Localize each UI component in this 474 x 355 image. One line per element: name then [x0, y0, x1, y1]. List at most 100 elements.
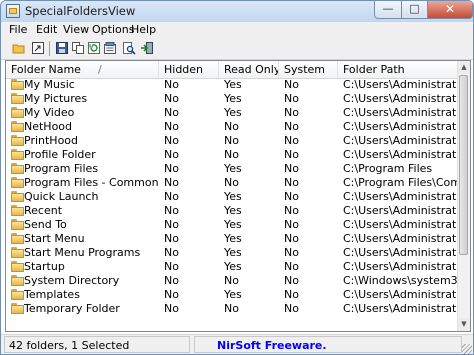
close-button[interactable]: ✕: [427, 1, 473, 19]
folder-icon: [11, 149, 24, 160]
cell-system: No: [284, 92, 299, 105]
maximize-icon: □: [409, 2, 420, 15]
scroll-down-arrow-icon[interactable]: ▼: [458, 318, 470, 331]
table-row[interactable]: Startup No Yes No C:\Users\Administrator\App…: [6, 260, 458, 274]
cell-folder-name: PrintHood: [24, 134, 79, 147]
cell-folder-name: My Music: [24, 78, 75, 91]
exit-icon[interactable]: [140, 41, 154, 55]
cell-hidden: No: [164, 120, 179, 133]
table-row[interactable]: My Video No Yes No C:\Users\Administrator\Vi…: [6, 106, 458, 120]
title-bar[interactable]: SpecialFoldersView — □ ✕: [1, 1, 473, 22]
cell-hidden: No: [164, 232, 179, 245]
save-icon[interactable]: [55, 41, 69, 55]
cell-folder-name: Program Files - Common: [24, 176, 159, 189]
cell-folder-name: Startup: [24, 260, 65, 273]
cell-folder-path: C:\Users\Administrator\AppDa: [343, 260, 458, 273]
cell-folder-path: C:\Program Files\Common Fil: [343, 176, 458, 189]
cell-folder-path: C:\Users\Administrator\AppDa: [343, 218, 458, 231]
column-header-folder-name[interactable]: Folder Name /: [6, 61, 159, 78]
open-folder-icon[interactable]: [12, 41, 26, 55]
folder-icon: [11, 79, 24, 90]
table-row[interactable]: PrintHood No No No C:\Users\Administrator\Ap…: [6, 134, 458, 148]
cell-hidden: No: [164, 302, 179, 315]
app-window: SpecialFoldersView — □ ✕ File Edit View …: [0, 0, 474, 355]
find-icon[interactable]: [122, 41, 136, 55]
cell-system: No: [284, 302, 299, 315]
cell-hidden: No: [164, 162, 179, 175]
table-row[interactable]: Program Files - Common No No No C:\Program F…: [6, 176, 458, 190]
cell-folder-name: Quick Launch: [24, 190, 99, 203]
cell-hidden: No: [164, 106, 179, 119]
folder-icon: [11, 275, 24, 286]
cell-system: No: [284, 274, 299, 287]
table-row[interactable]: System Directory No No No C:\Windows\system3…: [6, 274, 458, 288]
table-row[interactable]: Quick Launch No Yes No C:\Users\Administrato…: [6, 190, 458, 204]
cell-system: No: [284, 190, 299, 203]
cell-folder-name: My Video: [24, 106, 75, 119]
properties-icon[interactable]: [103, 41, 117, 55]
table-row[interactable]: My Music No Yes No C:\Users\Administrator\Mu…: [6, 78, 458, 92]
cell-system: No: [284, 232, 299, 245]
table-row[interactable]: Send To No Yes No C:\Users\Administrator\App…: [6, 218, 458, 232]
table-row[interactable]: Profile Folder No No No C:\Users\Administrat…: [6, 148, 458, 162]
cell-folder-path: C:\Users\Administrator\Videos: [343, 106, 458, 119]
scrollbar-thumb[interactable]: [459, 75, 468, 255]
column-header-system[interactable]: System: [279, 61, 338, 78]
folder-icon: [11, 233, 24, 244]
cell-hidden: No: [164, 288, 179, 301]
column-header-folder-path[interactable]: Folder Path: [338, 61, 458, 78]
vertical-scrollbar[interactable]: ▲ ▼: [457, 61, 470, 331]
cell-hidden: No: [164, 190, 179, 203]
folder-icon: [11, 261, 24, 272]
table-row[interactable]: My Pictures No Yes No C:\Users\Administrator…: [6, 92, 458, 106]
cell-read-only: Yes: [224, 162, 242, 175]
cell-system: No: [284, 106, 299, 119]
cell-folder-name: Recent: [24, 204, 63, 217]
refresh-icon[interactable]: [87, 41, 101, 55]
menu-view[interactable]: View: [63, 23, 89, 36]
nirsoft-link[interactable]: NirSoft Freeware. http://www.nirsoft.net: [194, 336, 462, 353]
cell-folder-name: My Pictures: [24, 92, 88, 105]
cell-read-only: Yes: [224, 218, 242, 231]
cell-folder-path: C:\Users\Administrator\AppDa: [343, 246, 458, 259]
table-row[interactable]: Program Files No Yes No C:\Program Files: [6, 162, 458, 176]
scroll-up-arrow-icon[interactable]: ▲: [458, 61, 470, 74]
folders-list-view[interactable]: Folder Name / Hidden Read Only System Fo…: [5, 60, 471, 332]
column-header-hidden[interactable]: Hidden: [159, 61, 219, 78]
folder-icon: [11, 121, 24, 132]
cell-read-only: No: [224, 148, 239, 161]
maximize-button[interactable]: □: [401, 1, 428, 19]
cell-folder-name: Start Menu Programs: [24, 246, 141, 259]
cell-hidden: No: [164, 260, 179, 273]
cell-folder-name: Temporary Folder: [24, 302, 120, 315]
table-row[interactable]: Temporary Folder No No No C:\Users\Administr…: [6, 302, 458, 316]
cell-system: No: [284, 204, 299, 217]
copy-icon[interactable]: [71, 41, 85, 55]
table-row[interactable]: Templates No Yes No C:\Users\Administrator\A…: [6, 288, 458, 302]
cell-folder-path: C:\Users\Administrator\AppDa: [343, 204, 458, 217]
cell-folder-path: C:\Users\Administrator\AppDa: [343, 134, 458, 147]
menu-file[interactable]: File: [9, 23, 27, 36]
cell-folder-name: Start Menu: [24, 232, 85, 245]
menu-edit[interactable]: Edit: [36, 23, 57, 36]
toolbar-separator: [49, 41, 50, 56]
minimize-button[interactable]: —: [374, 1, 402, 19]
cell-system: No: [284, 78, 299, 91]
menu-help[interactable]: Help: [131, 23, 156, 36]
explorer-icon[interactable]: [31, 41, 45, 55]
column-header-read-only[interactable]: Read Only: [219, 61, 279, 78]
cell-read-only: No: [224, 274, 239, 287]
table-row[interactable]: NetHood No No No C:\Users\Administrator\AppD…: [6, 120, 458, 134]
menu-options[interactable]: Options: [92, 23, 134, 36]
table-row[interactable]: Start Menu No Yes No C:\Users\Administrator\…: [6, 232, 458, 246]
cell-folder-name: Program Files: [24, 162, 99, 175]
cell-system: No: [284, 288, 299, 301]
table-row[interactable]: Recent No Yes No C:\Users\Administrator\AppD…: [6, 204, 458, 218]
cell-folder-path: C:\Program Files: [343, 162, 433, 175]
status-bar: 42 folders, 1 Selected NirSoft Freeware.…: [1, 334, 473, 354]
folder-icon: [11, 303, 24, 314]
status-folder-count: 42 folders, 1 Selected: [4, 336, 190, 353]
cell-hidden: No: [164, 218, 179, 231]
table-row[interactable]: Start Menu Programs No Yes No C:\Users\Admin…: [6, 246, 458, 260]
resize-grip[interactable]: [462, 344, 472, 354]
